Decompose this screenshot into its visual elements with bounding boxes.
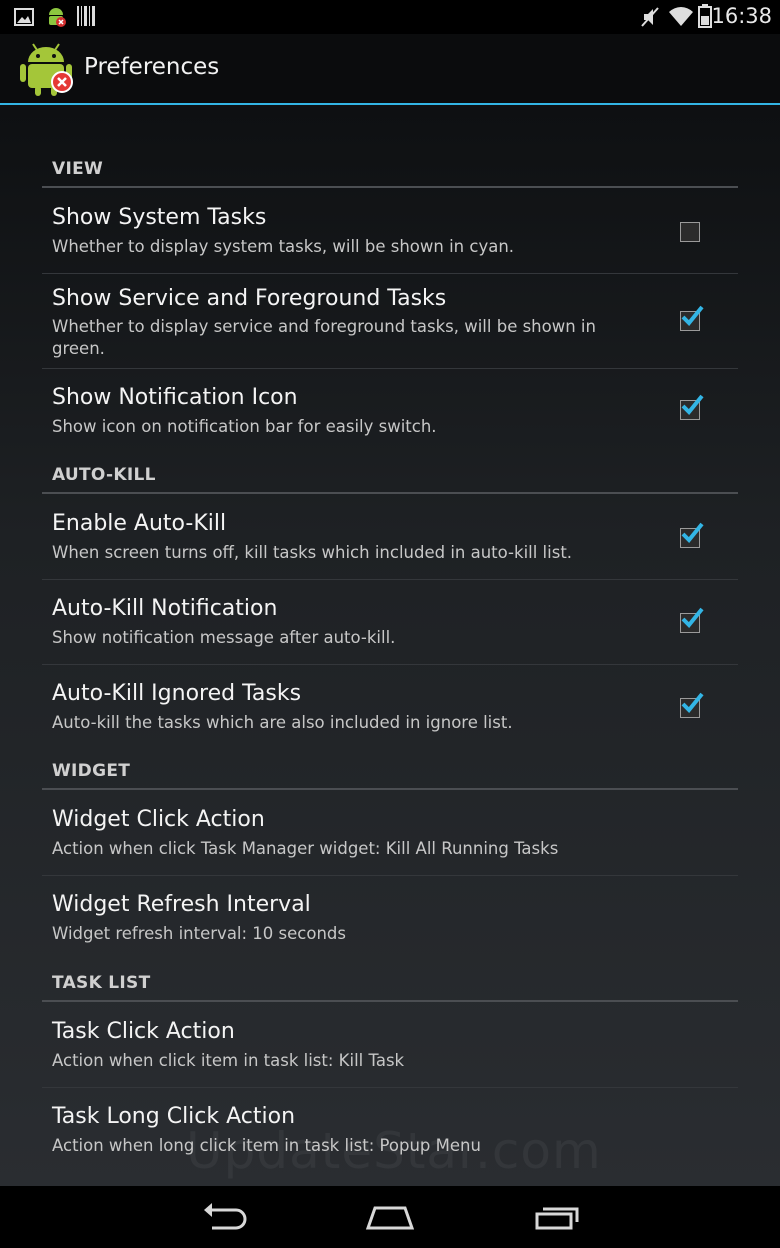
pref-summary: Action when click Task Manager widget: K… (52, 839, 559, 858)
status-bar: 16:38 (0, 0, 780, 34)
checkbox-checked[interactable] (680, 692, 704, 718)
navigation-bar (0, 1186, 780, 1248)
pref-enable-auto-kill[interactable]: Enable Auto-Kill When screen turns off, … (42, 495, 738, 580)
recent-apps-icon[interactable] (533, 1200, 581, 1238)
image-icon (14, 8, 34, 30)
section-title-auto-kill: AUTO-KILL (52, 465, 156, 485)
pref-summary: Show icon on notification bar for easily… (52, 417, 437, 436)
pref-show-system-tasks[interactable]: Show System Tasks Whether to display sys… (42, 189, 738, 274)
action-bar: Preferences (0, 34, 780, 105)
check-icon (681, 394, 704, 415)
pref-title: Show System Tasks (52, 205, 267, 230)
checkbox-checked[interactable] (680, 394, 704, 420)
home-icon[interactable] (365, 1200, 415, 1238)
section-title-widget: WIDGET (52, 761, 131, 781)
checkbox-unchecked[interactable] (680, 222, 700, 242)
page-title: Preferences (84, 54, 220, 80)
pref-title: Show Service and Foreground Tasks (52, 286, 447, 311)
pref-widget-refresh-interval[interactable]: Widget Refresh Interval Widget refresh i… (42, 876, 738, 960)
pref-summary: Whether to display service and foregroun… (52, 317, 596, 358)
section-divider (42, 788, 738, 790)
pref-title: Show Notification Icon (52, 385, 298, 410)
section-divider (42, 1000, 738, 1002)
section-title-view: VIEW (52, 159, 104, 179)
section-title-task-list: TASK LIST (52, 973, 151, 993)
pref-summary: Widget refresh interval: 10 seconds (52, 924, 346, 943)
pref-title: Auto-Kill Ignored Tasks (52, 681, 302, 706)
pref-title: Enable Auto-Kill (52, 511, 227, 536)
pref-summary: When screen turns off, kill tasks which … (52, 543, 573, 562)
watermark: UpdateStar.com (186, 1122, 602, 1180)
pref-title: Auto-Kill Notification (52, 596, 278, 621)
pref-title: Widget Refresh Interval (52, 892, 311, 917)
check-icon (681, 607, 704, 628)
check-icon (681, 522, 704, 543)
back-icon[interactable] (200, 1200, 248, 1238)
android-notification-icon (44, 5, 68, 33)
android-robot-icon[interactable] (18, 40, 76, 102)
checkbox-checked[interactable] (680, 522, 704, 548)
pref-auto-kill-ignored-tasks[interactable]: Auto-Kill Ignored Tasks Auto-kill the ta… (42, 665, 738, 749)
pref-show-service-foreground-tasks[interactable]: Show Service and Foreground Tasks Whethe… (42, 274, 738, 369)
preferences-list[interactable]: VIEW Show System Tasks Whether to displa… (0, 105, 780, 1186)
pref-task-click-action[interactable]: Task Click Action Action when click item… (42, 1003, 738, 1088)
pref-summary: Whether to display system tasks, will be… (52, 237, 515, 256)
check-icon (681, 305, 704, 326)
pref-summary: Show notification message after auto-kil… (52, 628, 396, 647)
checkbox-checked[interactable] (680, 305, 704, 331)
pref-title: Task Click Action (52, 1019, 235, 1044)
section-divider (42, 186, 738, 188)
pref-show-notification-icon[interactable]: Show Notification Icon Show icon on noti… (42, 369, 738, 453)
pref-auto-kill-notification[interactable]: Auto-Kill Notification Show notification… (42, 580, 738, 665)
pref-widget-click-action[interactable]: Widget Click Action Action when click Ta… (42, 791, 738, 876)
pref-summary: Action when click item in task list: Kil… (52, 1051, 405, 1070)
battery-icon (698, 4, 712, 32)
pref-summary: Auto-kill the tasks which are also inclu… (52, 713, 513, 732)
wifi-icon (668, 5, 694, 31)
section-divider (42, 492, 738, 494)
barcode-icon (77, 6, 95, 30)
checkbox-checked[interactable] (680, 607, 704, 633)
mute-icon (640, 6, 660, 32)
pref-title: Widget Click Action (52, 807, 265, 832)
check-icon (681, 692, 704, 713)
clock: 16:38 (711, 4, 772, 28)
